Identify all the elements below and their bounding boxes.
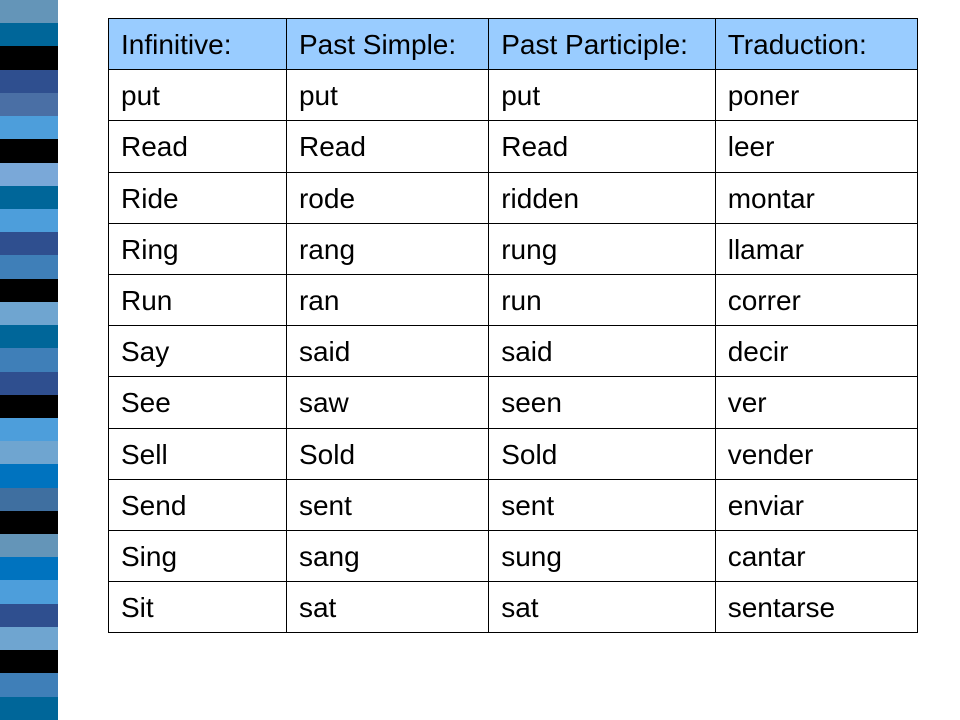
cell-past_simple: saw: [286, 377, 488, 428]
cell-traduction: sentarse: [715, 582, 917, 633]
table-row: Rideroderiddenmontar: [109, 172, 918, 223]
cell-past_simple: Read: [286, 121, 488, 172]
cell-past_simple: sent: [286, 479, 488, 530]
header-infinitive: Infinitive:: [109, 19, 287, 70]
slide: Infinitive: Past Simple: Past Participle…: [0, 0, 960, 720]
table-row: Sitsatsatsentarse: [109, 582, 918, 633]
cell-infinitive: Ring: [109, 223, 287, 274]
stripe: [0, 255, 58, 278]
cell-traduction: ver: [715, 377, 917, 428]
table-row: Sendsentsentenviar: [109, 479, 918, 530]
stripe: [0, 209, 58, 232]
irregular-verbs-table: Infinitive: Past Simple: Past Participle…: [108, 18, 918, 633]
cell-past_participle: ridden: [489, 172, 716, 223]
cell-infinitive: Sing: [109, 530, 287, 581]
header-past-participle: Past Participle:: [489, 19, 716, 70]
stripe: [0, 116, 58, 139]
cell-past_simple: rang: [286, 223, 488, 274]
cell-infinitive: Say: [109, 326, 287, 377]
table-row: Saysaidsaiddecir: [109, 326, 918, 377]
stripe: [0, 418, 58, 441]
stripe: [0, 464, 58, 487]
stripe: [0, 395, 58, 418]
stripe: [0, 186, 58, 209]
cell-traduction: vender: [715, 428, 917, 479]
stripe: [0, 325, 58, 348]
cell-past_simple: put: [286, 70, 488, 121]
cell-past_participle: put: [489, 70, 716, 121]
table-row: Seesawseenver: [109, 377, 918, 428]
stripe: [0, 139, 58, 162]
stripe: [0, 650, 58, 673]
stripe: [0, 604, 58, 627]
stripe: [0, 557, 58, 580]
cell-past_participle: seen: [489, 377, 716, 428]
decorative-stripes: [0, 0, 58, 720]
stripe: [0, 511, 58, 534]
cell-past_participle: sat: [489, 582, 716, 633]
cell-traduction: llamar: [715, 223, 917, 274]
stripe: [0, 70, 58, 93]
cell-traduction: leer: [715, 121, 917, 172]
cell-traduction: enviar: [715, 479, 917, 530]
cell-past_participle: rung: [489, 223, 716, 274]
stripe: [0, 0, 58, 23]
cell-infinitive: Send: [109, 479, 287, 530]
stripe: [0, 348, 58, 371]
table-row: Singsangsungcantar: [109, 530, 918, 581]
stripe: [0, 232, 58, 255]
table-header-row: Infinitive: Past Simple: Past Participle…: [109, 19, 918, 70]
cell-past_participle: run: [489, 274, 716, 325]
cell-traduction: poner: [715, 70, 917, 121]
cell-past_participle: sent: [489, 479, 716, 530]
stripe: [0, 534, 58, 557]
stripe: [0, 302, 58, 325]
cell-past_simple: ran: [286, 274, 488, 325]
cell-traduction: decir: [715, 326, 917, 377]
stripe: [0, 23, 58, 46]
cell-traduction: montar: [715, 172, 917, 223]
table-row: ReadReadReadleer: [109, 121, 918, 172]
cell-infinitive: Sit: [109, 582, 287, 633]
stripe: [0, 697, 58, 720]
cell-past_participle: Read: [489, 121, 716, 172]
cell-past_simple: rode: [286, 172, 488, 223]
stripe: [0, 372, 58, 395]
cell-past_participle: said: [489, 326, 716, 377]
stripe: [0, 441, 58, 464]
table-row: SellSoldSoldvender: [109, 428, 918, 479]
cell-past_participle: Sold: [489, 428, 716, 479]
cell-infinitive: See: [109, 377, 287, 428]
cell-traduction: cantar: [715, 530, 917, 581]
cell-past_simple: sat: [286, 582, 488, 633]
cell-infinitive: put: [109, 70, 287, 121]
table-row: Ringrangrungllamar: [109, 223, 918, 274]
table-row: Runranruncorrer: [109, 274, 918, 325]
content-area: Infinitive: Past Simple: Past Participle…: [58, 0, 960, 633]
stripe: [0, 279, 58, 302]
cell-past_simple: said: [286, 326, 488, 377]
cell-past_simple: Sold: [286, 428, 488, 479]
stripe: [0, 580, 58, 603]
cell-infinitive: Run: [109, 274, 287, 325]
stripe: [0, 93, 58, 116]
cell-infinitive: Ride: [109, 172, 287, 223]
stripe: [0, 163, 58, 186]
header-traduction: Traduction:: [715, 19, 917, 70]
cell-past_participle: sung: [489, 530, 716, 581]
cell-traduction: correr: [715, 274, 917, 325]
cell-infinitive: Read: [109, 121, 287, 172]
table-row: putputputponer: [109, 70, 918, 121]
stripe: [0, 627, 58, 650]
stripe: [0, 488, 58, 511]
header-past-simple: Past Simple:: [286, 19, 488, 70]
stripe: [0, 46, 58, 69]
cell-past_simple: sang: [286, 530, 488, 581]
stripe: [0, 673, 58, 696]
cell-infinitive: Sell: [109, 428, 287, 479]
